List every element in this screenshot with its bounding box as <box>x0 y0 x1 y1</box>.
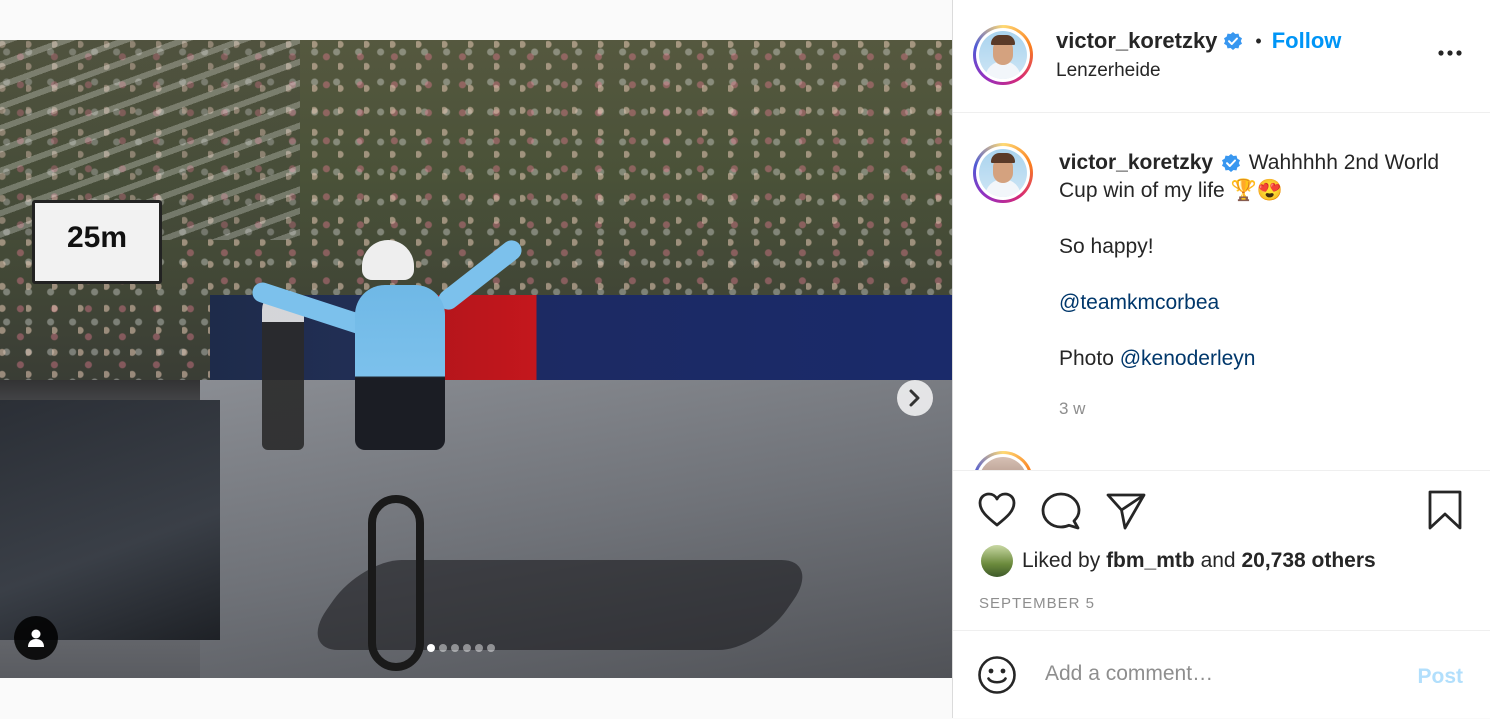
barrier-left <box>0 400 220 640</box>
liker-avatar[interactable] <box>981 545 1013 577</box>
paper-plane-icon <box>1106 493 1146 530</box>
carousel-dot <box>475 644 483 652</box>
add-comment-bar: Post <box>953 630 1490 719</box>
liked-by-summary[interactable]: Liked by fbm_mtb and 20,738 others <box>981 545 1376 577</box>
comment-icon <box>1041 492 1081 530</box>
carousel-dot <box>439 644 447 652</box>
liked-by-count[interactable]: 20,738 others <box>1241 549 1375 572</box>
liked-by-and: and <box>1200 549 1236 572</box>
post-location[interactable]: Lenzerheide <box>1056 60 1161 82</box>
author-avatar[interactable] <box>973 25 1033 85</box>
distance-sign: 25m <box>32 200 162 284</box>
post-header: victor_koretzky • Follow Lenzerheide <box>953 0 1490 113</box>
post-comment-button[interactable]: Post <box>1417 665 1463 689</box>
carousel-indicator <box>427 644 495 652</box>
post-photo[interactable]: 25m <box>0 40 952 678</box>
comment-input[interactable] <box>1043 661 1377 687</box>
caption-line-2: So happy! <box>1059 235 1154 258</box>
post-media: 25m <box>0 0 952 718</box>
comment-button[interactable] <box>1041 491 1081 536</box>
caption-username[interactable]: victor_koretzky <box>1059 151 1213 174</box>
caption-mention-photographer[interactable]: @kenoderleyn <box>1120 347 1256 370</box>
liked-by-user[interactable]: fbm_mtb <box>1106 549 1195 572</box>
heart-icon <box>978 492 1016 527</box>
next-comment-avatar[interactable] <box>973 451 1033 470</box>
follow-button[interactable]: Follow <box>1272 28 1342 54</box>
distance-sign-text: 25m <box>66 221 128 254</box>
post-actions: Liked by fbm_mtb and 20,738 others SEPTE… <box>953 470 1490 631</box>
author-row: victor_koretzky • Follow <box>1056 28 1341 54</box>
post-caption: victor_koretzky Wahhhhh 2nd World Cup wi… <box>1059 149 1459 401</box>
carousel-dot <box>451 644 459 652</box>
author-username[interactable]: victor_koretzky <box>1056 28 1217 54</box>
user-icon <box>28 629 44 647</box>
chevron-right-icon <box>909 389 920 407</box>
bookmark-icon <box>1428 490 1462 530</box>
verified-badge-icon <box>1221 154 1240 173</box>
comments-section: victor_koretzky Wahhhhh 2nd World Cup wi… <box>953 113 1490 470</box>
liked-by-prefix: Liked by <box>1022 549 1101 572</box>
carousel-next-button[interactable] <box>897 380 933 416</box>
emoji-button[interactable] <box>977 655 1017 700</box>
more-options-button[interactable] <box>1437 44 1463 62</box>
verified-badge-icon <box>1224 32 1243 50</box>
post-date[interactable]: SEPTEMBER 5 <box>979 595 1095 612</box>
save-button[interactable] <box>1427 489 1463 536</box>
post-details-panel: victor_koretzky • Follow Lenzerheide vic… <box>952 0 1490 718</box>
tagged-users-button[interactable] <box>14 616 58 660</box>
smiley-icon <box>978 656 1016 694</box>
more-horizontal-icon <box>1438 50 1462 56</box>
caption-photo-label: Photo <box>1059 347 1114 370</box>
carousel-dot <box>487 644 495 652</box>
carousel-dot <box>463 644 471 652</box>
rider <box>355 285 445 450</box>
caption-author-avatar[interactable] <box>973 143 1033 203</box>
share-button[interactable] <box>1105 491 1147 536</box>
caption-mention-team[interactable]: @teamkmcorbea <box>1059 291 1219 314</box>
caption-timestamp[interactable]: 3 w <box>1059 399 1085 419</box>
like-button[interactable] <box>977 491 1017 534</box>
carousel-dot <box>427 644 435 652</box>
header-separator: • <box>1255 30 1262 51</box>
bike-wheel <box>368 495 424 671</box>
